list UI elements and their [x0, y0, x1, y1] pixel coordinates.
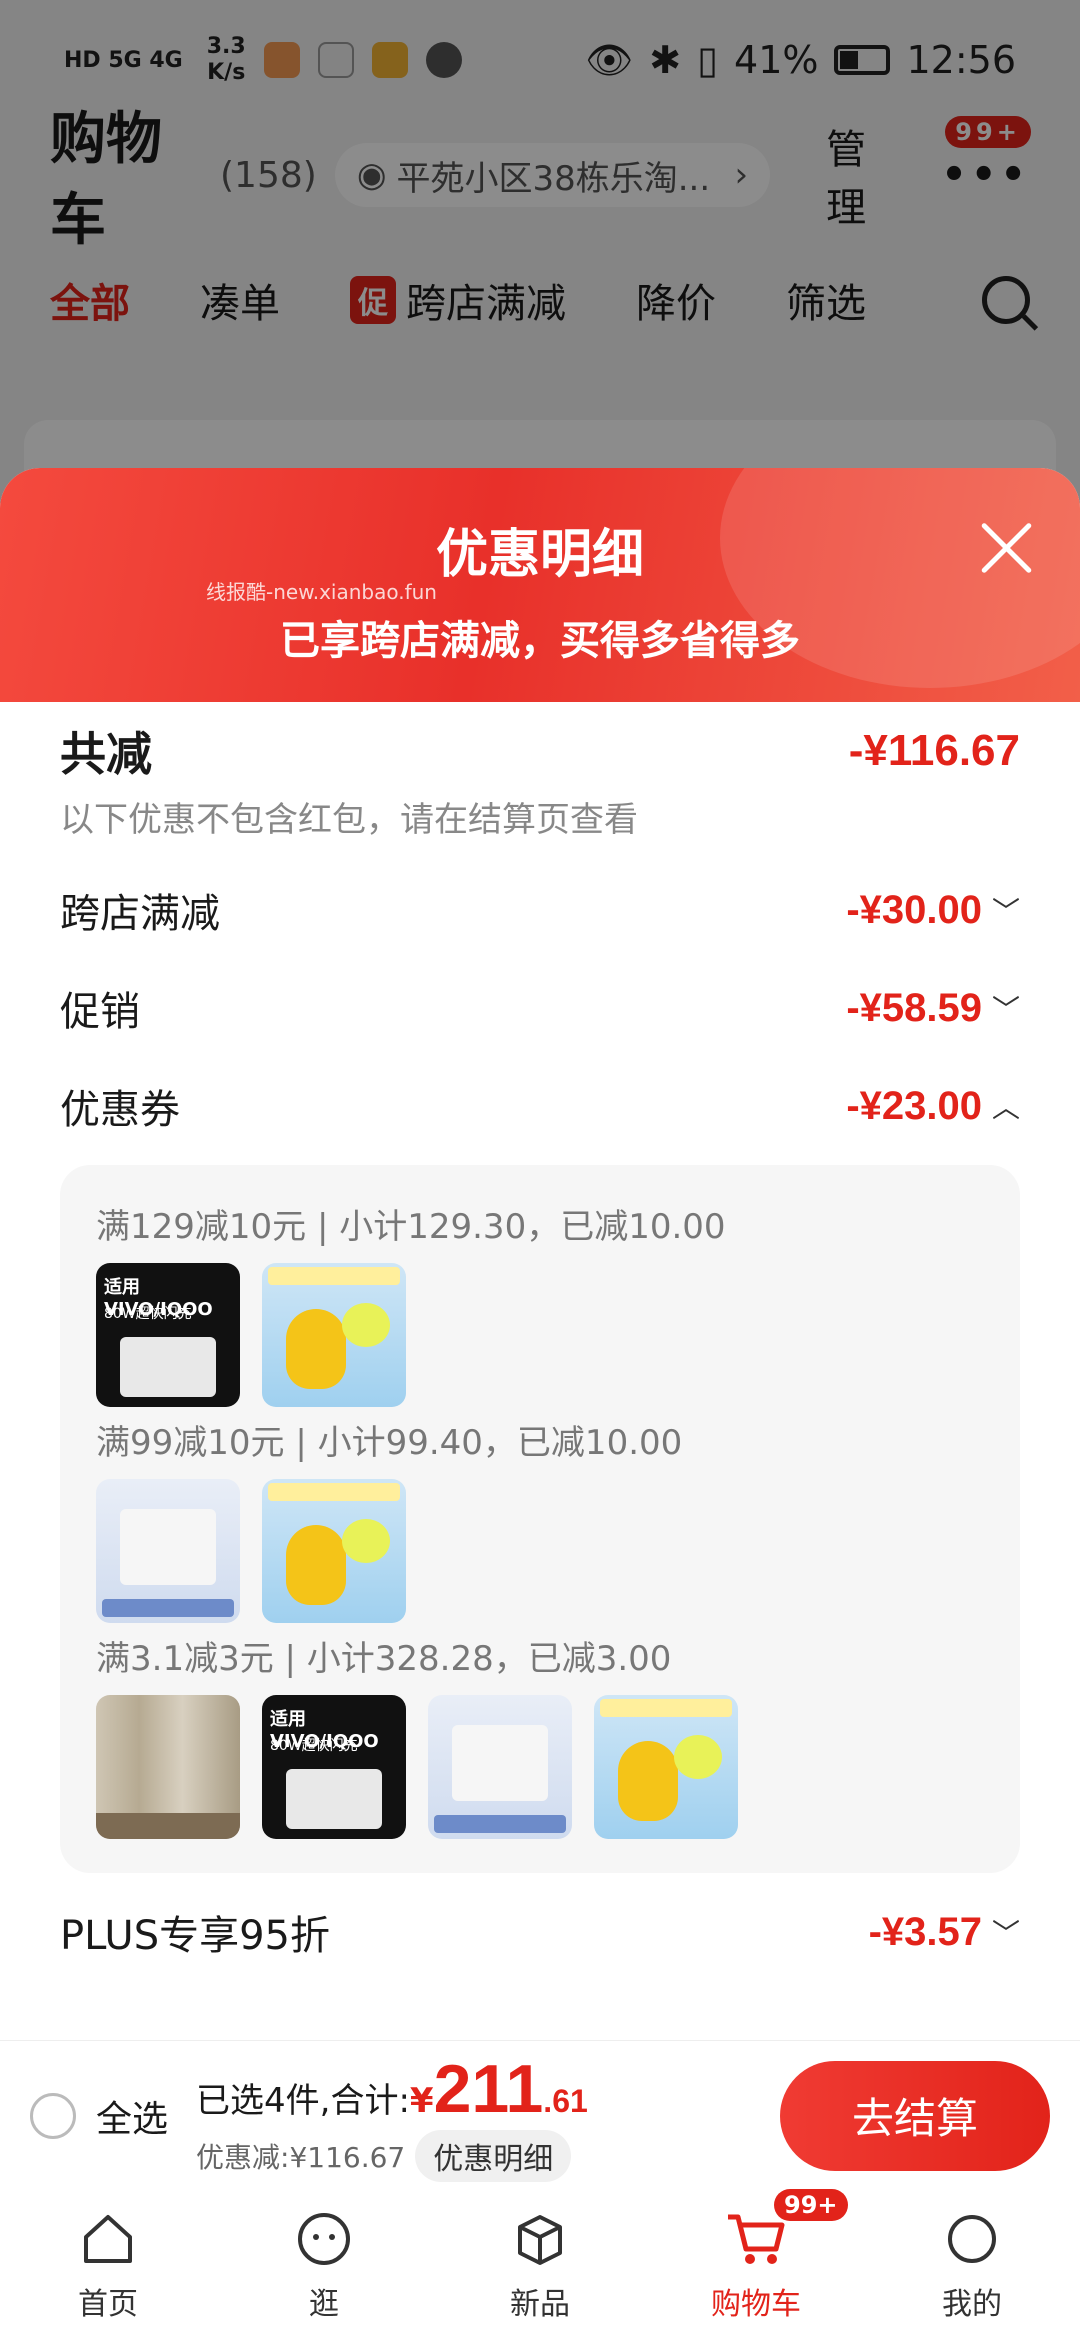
- chevron-up-icon: ︿: [991, 1092, 1020, 1123]
- product-thumb-duck-fan[interactable]: [262, 1479, 406, 1623]
- nav-me[interactable]: 我的: [872, 2207, 1072, 2323]
- close-icon[interactable]: [978, 520, 1034, 576]
- lego-box-image: [120, 1509, 216, 1585]
- discount-label: 优惠券: [60, 1087, 180, 1133]
- coupon-group-line: 满3.1减3元 | 小计328.28，已减3.00: [96, 1638, 672, 1679]
- discount-label: PLUS专享95折: [60, 1913, 330, 1959]
- product-thumb-charger[interactable]: 适用VIVO/IQOO 80W超快闪充: [96, 1263, 240, 1407]
- total-summary: 已选4件,合计: ¥ 211 .61 优惠减:¥116.67 优惠明细: [196, 2050, 588, 2182]
- price-integer: 211: [433, 2050, 544, 2127]
- select-all-label[interactable]: 全选: [96, 2090, 168, 2142]
- home-icon: [76, 2207, 140, 2271]
- coupon-details: 满129减10元 | 小计129.30，已减10.00 适用VIVO/IQOO …: [60, 1165, 1020, 1873]
- charger-sub: 80W超快闪充: [270, 1738, 358, 1754]
- product-banner: [102, 1599, 234, 1617]
- discount-detail-button[interactable]: 优惠明细: [415, 2129, 572, 2182]
- discount-text: 优惠减:¥116.67: [196, 2140, 406, 2174]
- charger-image: [286, 1769, 382, 1829]
- discount-row-coupon[interactable]: 优惠券 -¥23.00 ︿: [60, 1057, 1020, 1155]
- discount-label: 跨店满减: [60, 891, 220, 937]
- amount-value: -¥3.57: [868, 1909, 982, 1954]
- discount-amount: -¥58.59 ﹀: [846, 986, 1020, 1031]
- product-thumbs: [96, 1479, 984, 1623]
- nav-label: 逛: [309, 2287, 339, 2322]
- chevron-down-icon: ﹀: [991, 1918, 1020, 1949]
- charger-sub: 80W超快闪充: [104, 1306, 192, 1322]
- discount-row-plus[interactable]: PLUS专享95折 -¥3.57 ﹀: [60, 1883, 1020, 1981]
- discount-line: 优惠减:¥116.67 优惠明细: [196, 2129, 588, 2182]
- product-thumbs: 适用VIVO/IQOO 80W超快闪充: [96, 1695, 984, 1839]
- product-thumb-lego[interactable]: [96, 1479, 240, 1623]
- price-decimal: .61: [543, 2082, 588, 2119]
- discount-amount: -¥3.57 ﹀: [869, 1910, 1020, 1955]
- product-banner: [268, 1267, 400, 1285]
- product-thumb-duck-fan[interactable]: [262, 1263, 406, 1407]
- product-banner: [434, 1815, 566, 1833]
- charger-image: [120, 1337, 216, 1397]
- discount-row-cross-store[interactable]: 跨店满减 -¥30.00 ﹀: [60, 861, 1020, 959]
- nav-cart[interactable]: 购物车 99+: [656, 2189, 856, 2323]
- sheet-body: 共减 -¥116.67 以下优惠不包含红包，请在结算页查看 跨店满减 -¥30.…: [0, 714, 1080, 1981]
- duck-image: [286, 1525, 346, 1605]
- sheet-title: 优惠明细: [435, 525, 644, 585]
- profile-icon: [940, 2207, 1004, 2271]
- discount-amount: -¥30.00 ﹀: [846, 888, 1020, 933]
- product-banner: [600, 1699, 732, 1717]
- sheet-header: 优惠明细 线报酷-new.xianbao.fun 已享跨店满减，买得多省得多: [0, 468, 1080, 702]
- amount-value: -¥58.59: [846, 985, 982, 1030]
- selected-text: 已选4件,合计:: [196, 2080, 410, 2121]
- nav-new[interactable]: 新品: [440, 2207, 640, 2323]
- select-all-radio[interactable]: [30, 2092, 76, 2139]
- discount-note: 以下优惠不包含红包，请在结算页查看: [60, 800, 638, 840]
- nav-label: 我的: [942, 2287, 1002, 2322]
- product-thumbs: 适用VIVO/IQOO 80W超快闪充: [96, 1263, 984, 1407]
- fan-image: [342, 1519, 390, 1563]
- coupon-group-line: 满99减10元 | 小计99.40，已减10.00: [96, 1422, 683, 1463]
- nav-label: 首页: [78, 2287, 138, 2322]
- explore-icon: [292, 2207, 356, 2271]
- total-line: 已选4件,合计: ¥ 211 .61: [196, 2050, 588, 2128]
- box-icon: [508, 2207, 572, 2271]
- discount-label: 促销: [60, 989, 140, 1035]
- currency-symbol: ¥: [409, 2080, 434, 2121]
- nav-home[interactable]: 首页: [8, 2207, 208, 2323]
- product-thumb-duck-fan[interactable]: [594, 1695, 738, 1839]
- discount-row-promotion[interactable]: 促销 -¥58.59 ﹀: [60, 959, 1020, 1057]
- amount-value: -¥23.00: [846, 1083, 982, 1128]
- product-thumb-lego[interactable]: [428, 1695, 572, 1839]
- coupon-group-line: 满129减10元 | 小计129.30，已减10.00: [96, 1206, 726, 1247]
- watermark: 线报酷-new.xianbao.fun: [206, 580, 437, 604]
- chevron-down-icon: ﹀: [991, 896, 1020, 927]
- nav-label: 购物车: [711, 2287, 801, 2322]
- product-banner: [96, 1813, 240, 1839]
- duck-image: [286, 1309, 346, 1389]
- cart-badge: 99+: [774, 2189, 848, 2221]
- total-amount: -¥116.67: [848, 726, 1020, 775]
- checkout-bar: 全选 已选4件,合计: ¥ 211 .61 优惠减:¥116.67 优惠明细 去…: [0, 2040, 1080, 2190]
- nav-label: 新品: [510, 2287, 570, 2322]
- duck-image: [618, 1741, 678, 1821]
- checkout-button[interactable]: 去结算: [780, 2060, 1050, 2171]
- product-thumb-charger[interactable]: 适用VIVO/IQOO 80W超快闪充: [262, 1695, 406, 1839]
- discount-amount: -¥23.00 ︿: [846, 1084, 1020, 1129]
- amount-value: -¥30.00: [846, 887, 982, 932]
- lego-box-image: [452, 1725, 548, 1801]
- chevron-down-icon: ﹀: [991, 994, 1020, 1025]
- total-discount-row: 共减 -¥116.67: [60, 714, 1020, 788]
- total-label: 共减: [60, 727, 152, 781]
- fan-image: [674, 1735, 722, 1779]
- product-banner: [268, 1483, 400, 1501]
- bottom-nav: 首页 逛 新品 购物车 99+ 我的: [0, 2189, 1080, 2340]
- fan-image: [342, 1303, 390, 1347]
- nav-explore[interactable]: 逛: [224, 2207, 424, 2323]
- product-thumb-curtain[interactable]: [96, 1695, 240, 1839]
- sheet-subtitle: 已享跨店满减，买得多省得多: [280, 618, 800, 664]
